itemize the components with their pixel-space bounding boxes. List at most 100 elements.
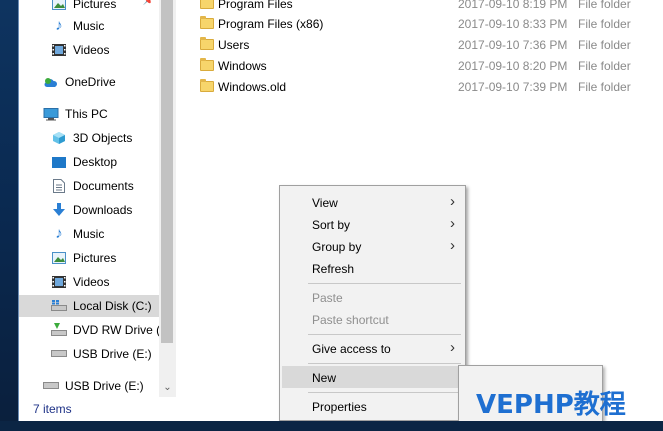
videos-icon (51, 42, 67, 58)
menu-item-give-access-to[interactable]: Give access to › (282, 337, 463, 359)
nav-item-dvd-drive[interactable]: DVD RW Drive (D (19, 319, 159, 341)
nav-item-downloads[interactable]: Downloads (19, 199, 159, 221)
music-icon: ♪ (55, 17, 63, 34)
file-name: Program Files (218, 0, 293, 11)
menu-item-paste[interactable]: Paste (282, 286, 463, 308)
folder-icon (200, 79, 214, 92)
menu-item-label: View (312, 196, 338, 210)
menu-item-paste-shortcut[interactable]: Paste shortcut (282, 308, 463, 330)
file-row[interactable]: Users 2017-09-10 7:36 PM File folder (176, 34, 663, 55)
nav-label: Local Disk (C:) (73, 299, 152, 313)
taskbar (0, 421, 663, 431)
documents-icon (51, 178, 67, 194)
folder-icon (200, 0, 214, 9)
music-icon: ♪ (55, 225, 63, 242)
nav-item-this-pc[interactable]: This PC (19, 103, 159, 125)
dvd-drive-icon (51, 322, 67, 338)
nav-label: Videos (73, 275, 110, 289)
file-type: File folder (578, 37, 631, 52)
desktop-icon (51, 154, 67, 170)
file-name: Program Files (x86) (218, 16, 324, 31)
menu-item-label: New (312, 371, 337, 385)
context-menu: View › Sort by › Group by › Refresh Past… (279, 185, 466, 421)
nav-item-pictures[interactable]: Pictures (19, 247, 159, 269)
nav-label: Music (73, 19, 105, 33)
nav-label: Pictures (73, 0, 117, 11)
file-name: Windows.old (218, 79, 287, 94)
nav-label: Desktop (73, 155, 118, 169)
menu-item-refresh[interactable]: Refresh (282, 257, 463, 279)
menu-item-label: Group by (312, 240, 362, 254)
menu-separator (308, 363, 461, 364)
this-pc-icon (43, 106, 59, 122)
folder-icon (200, 37, 214, 50)
navigation-pane: Pictures 📌 ♪ Music Videos OneDrive This … (19, 0, 176, 397)
nav-item-usb-drive[interactable]: USB Drive (E:) (19, 343, 159, 365)
nav-label: 3D Objects (73, 131, 133, 145)
menu-item-properties[interactable]: Properties (282, 395, 463, 417)
menu-item-view[interactable]: View › (282, 191, 463, 213)
pictures-icon (51, 250, 67, 266)
nav-label: USB Drive (E:) (73, 347, 152, 361)
chevron-right-icon: › (450, 339, 455, 356)
videos-icon (51, 274, 67, 290)
nav-label: Pictures (73, 251, 117, 265)
nav-label: This PC (65, 107, 108, 121)
scroll-down-arrow-icon[interactable]: ⌄ (159, 381, 176, 395)
menu-item-group-by[interactable]: Group by › (282, 235, 463, 257)
menu-separator (308, 392, 461, 393)
menu-item-label: Properties (312, 400, 367, 414)
nav-item-videos[interactable]: Videos (19, 271, 159, 293)
nav-label: OneDrive (65, 75, 116, 89)
nav-label: Downloads (73, 203, 133, 217)
file-row[interactable]: Windows.old 2017-09-10 7:39 PM File fold… (176, 76, 663, 97)
file-row[interactable]: Windows 2017-09-10 8:20 PM File folder (176, 55, 663, 76)
chevron-right-icon: › (450, 237, 455, 254)
scrollbar-thumb[interactable] (161, 0, 173, 343)
nav-item-music-quick[interactable]: ♪ Music (19, 15, 159, 37)
pin-icon[interactable]: 📌 (143, 0, 155, 6)
file-name: Users (218, 37, 250, 52)
desktop-background (0, 0, 18, 431)
file-date: 2017-09-10 7:36 PM (458, 37, 568, 52)
file-name: Windows (218, 58, 267, 73)
file-type: File folder (578, 79, 631, 94)
nav-item-videos-quick[interactable]: Videos (19, 39, 159, 61)
nav-item-music[interactable]: ♪ Music (19, 223, 159, 245)
nav-item-local-disk-c[interactable]: Local Disk (C:) (19, 295, 159, 317)
nav-item-onedrive[interactable]: OneDrive (19, 71, 159, 93)
pictures-icon (51, 0, 67, 12)
menu-separator (308, 283, 461, 284)
nav-item-usb-drive-root[interactable]: USB Drive (E:) (19, 375, 159, 397)
watermark-text: VEPHP教程 (476, 390, 626, 420)
chevron-right-icon: › (450, 215, 455, 232)
file-type: File folder (578, 16, 631, 31)
file-row[interactable]: Program Files 2017-09-10 8:19 PM File fo… (176, 0, 663, 14)
menu-item-sort-by[interactable]: Sort by › (282, 213, 463, 235)
nav-item-pictures-quick[interactable]: Pictures 📌 (19, 0, 159, 15)
file-date: 2017-09-10 8:19 PM (458, 0, 568, 11)
file-type: File folder (578, 0, 631, 11)
nav-item-3d-objects[interactable]: 3D Objects (19, 127, 159, 149)
nav-item-documents[interactable]: Documents (19, 175, 159, 197)
nav-item-desktop[interactable]: Desktop (19, 151, 159, 173)
file-date: 2017-09-10 8:33 PM (458, 16, 568, 31)
nav-label: DVD RW Drive (D (73, 323, 159, 337)
usb-drive-icon (51, 346, 67, 362)
menu-item-label: Sort by (312, 218, 351, 232)
3d-objects-icon (51, 130, 67, 146)
file-type: File folder (578, 58, 631, 73)
nav-label: Music (73, 227, 105, 241)
nav-scrollbar[interactable]: ⌄ (159, 0, 176, 397)
menu-item-label: Paste (312, 291, 343, 305)
folder-icon (200, 16, 214, 29)
file-row[interactable]: Program Files (x86) 2017-09-10 8:33 PM F… (176, 13, 663, 34)
nav-label: Videos (73, 43, 110, 57)
menu-item-label: Paste shortcut (312, 313, 389, 327)
menu-item-new[interactable]: New (282, 366, 463, 388)
file-date: 2017-09-10 8:20 PM (458, 58, 568, 73)
menu-item-label: Give access to (312, 342, 391, 356)
nav-label: USB Drive (E:) (65, 379, 144, 393)
file-date: 2017-09-10 7:39 PM (458, 79, 568, 94)
chevron-right-icon: › (450, 193, 455, 210)
